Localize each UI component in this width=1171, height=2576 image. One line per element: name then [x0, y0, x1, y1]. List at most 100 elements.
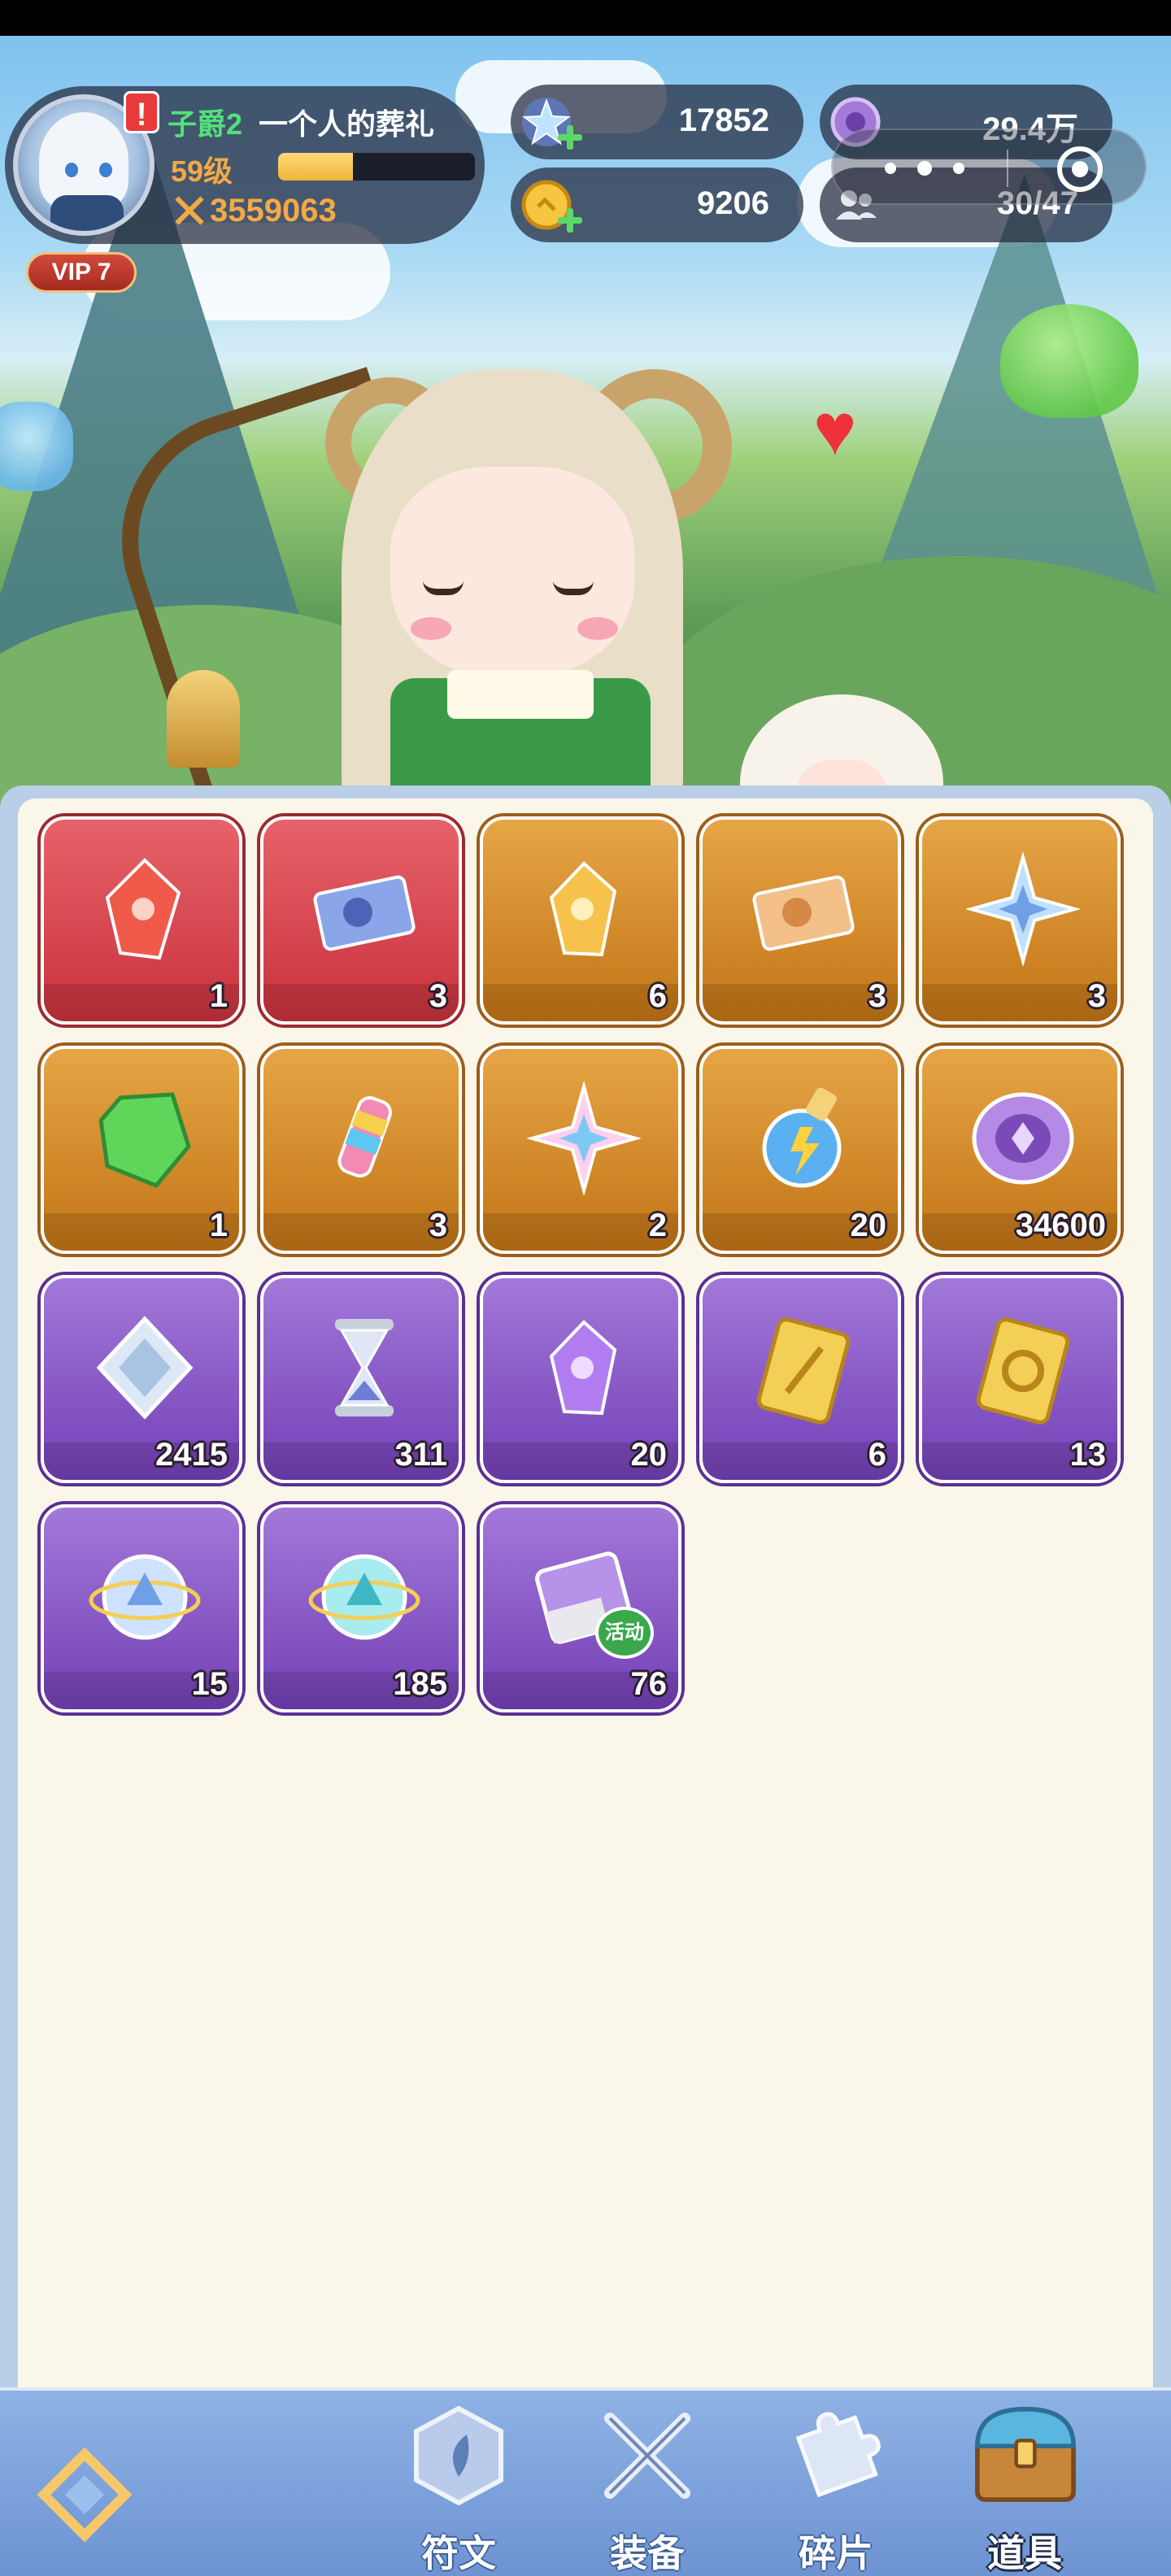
inventory-slot[interactable]: 3 [699, 816, 901, 1025]
refresh-card-icon [976, 1317, 1070, 1425]
back-arrow-icon[interactable] [36, 2446, 133, 2543]
inventory-slot[interactable]: 185 [260, 1504, 462, 1712]
player-level: 59级 [171, 154, 233, 188]
item-count: 6 [648, 978, 667, 1014]
combat-power: 3559063 [172, 190, 337, 231]
blue-ticket-icon [313, 875, 416, 951]
dot [885, 163, 896, 174]
alert-badge: ! [124, 91, 159, 133]
sheep-girl-character[interactable] [88, 337, 943, 808]
diamond-icon [96, 1316, 194, 1420]
blue-slime [0, 402, 73, 491]
player-profile-card[interactable]: ! 子爵2 一个人的葬礼 59级 3559063 [5, 86, 485, 244]
more-icon[interactable] [882, 159, 971, 176]
status-bar [0, 0, 1171, 36]
lightning-potion-icon [762, 1087, 842, 1188]
tab-equipment[interactable]: 装备 [558, 2391, 737, 2576]
gold-value: 9206 [697, 185, 769, 221]
puzzle-icon [795, 2412, 881, 2498]
item-count: 1 [209, 978, 228, 1014]
inventory-slot[interactable]: 15 [41, 1504, 242, 1712]
blue-star-icon [966, 852, 1080, 966]
crystal-orb-blue-icon [89, 1554, 201, 1640]
tab-items[interactable]: 道具 [935, 2391, 1114, 2576]
heart-icon: ♥ [813, 389, 857, 471]
event-tag: 活动 [595, 1607, 654, 1659]
bottom-navigation: 符文 装备 碎片 道具 [0, 2387, 1171, 2576]
inventory-slot[interactable]: 3 [260, 1046, 462, 1254]
item-count: 6 [868, 1437, 886, 1473]
inventory-slot[interactable]: 3 [919, 816, 1121, 1025]
purple-coin-icon [972, 1092, 1074, 1185]
avatar-body [50, 195, 124, 231]
xp-bar [278, 153, 475, 181]
tab-fragments[interactable]: 碎片 [747, 2391, 925, 2576]
divider [1007, 150, 1008, 187]
avatar-eye [99, 163, 112, 177]
inventory-slot[interactable]: 311 [260, 1275, 462, 1483]
rainbow-drill-icon [337, 1096, 392, 1178]
vip-badge[interactable]: VIP 7 [26, 252, 137, 293]
item-count: 20 [630, 1437, 668, 1473]
orange-ticket-icon [752, 875, 855, 951]
inventory-slot[interactable]: 活动 76 [480, 1504, 681, 1712]
hourglass-icon [335, 1319, 394, 1416]
mini-program-capsule[interactable] [831, 128, 1147, 205]
treasure-chest-icon [975, 2406, 1076, 2502]
item-count: 311 [394, 1437, 447, 1473]
item-count: 3 [868, 978, 886, 1014]
inventory-slot[interactable]: 20 [480, 1275, 681, 1483]
player-name: 一个人的葬礼 [259, 107, 435, 141]
inventory-slot[interactable]: 2 [480, 1046, 681, 1254]
inventory-slot[interactable]: 6 [699, 1275, 901, 1483]
inventory-slot[interactable]: 3 [260, 816, 462, 1025]
purple-crystal-icon [549, 1320, 617, 1416]
inventory-slot[interactable]: 6 [480, 816, 681, 1025]
collar [447, 670, 594, 719]
tab-runes[interactable]: 符文 [369, 2391, 548, 2576]
item-count: 3 [1087, 978, 1106, 1014]
item-count: 185 [393, 1666, 447, 1702]
gems-counter[interactable]: 17852 [511, 85, 803, 159]
red-crystal-icon [105, 858, 181, 960]
add-icon[interactable] [558, 125, 582, 150]
item-count: 34600 [1015, 1208, 1106, 1243]
crossed-swords-icon [604, 2413, 690, 2499]
crystal-orb-teal-icon [308, 1554, 420, 1640]
inventory-slot[interactable]: 1 [41, 1046, 242, 1254]
item-count: 15 [191, 1666, 229, 1702]
inventory-slot[interactable]: 2415 [41, 1275, 242, 1483]
tab-label: 道具 [987, 2532, 1062, 2574]
item-count: 2415 [155, 1437, 228, 1473]
combat-power-value: 3559063 [210, 192, 337, 228]
item-count: 76 [630, 1666, 668, 1702]
inventory-slot[interactable]: 34600 [919, 1046, 1121, 1254]
prism-star-icon [527, 1081, 641, 1195]
item-count: 1 [209, 1208, 228, 1243]
gold-crystal-icon [549, 861, 617, 957]
face [390, 467, 634, 678]
dot [917, 161, 932, 176]
crossed-swords-icon [172, 194, 205, 227]
item-count: 2 [648, 1208, 667, 1243]
gems-value: 17852 [678, 102, 769, 138]
blush [577, 617, 618, 640]
gold-counter[interactable]: 9206 [511, 168, 803, 242]
bell-icon [167, 670, 240, 768]
inventory-slot[interactable]: 1 [41, 816, 242, 1025]
item-count: 20 [850, 1208, 887, 1243]
close-target-icon[interactable] [1057, 146, 1103, 192]
item-count: 13 [1069, 1437, 1107, 1473]
add-icon[interactable] [558, 208, 582, 233]
item-count: 3 [429, 978, 447, 1014]
inventory-slot[interactable]: 20 [699, 1046, 901, 1254]
tab-label: 符文 [421, 2532, 496, 2574]
green-slime [1000, 304, 1138, 418]
sword-card-icon [756, 1317, 851, 1425]
player-rank: 子爵2 [168, 107, 243, 141]
inventory-slot[interactable]: 13 [919, 1275, 1121, 1483]
dot [953, 163, 964, 174]
avatar-eye [65, 163, 78, 177]
inventory-panel-body: 1 3 6 3 3 1 3 2 20 34600 2415 311 20 6 13 15 185 活动 76 [18, 798, 1153, 2420]
blush [411, 617, 451, 640]
